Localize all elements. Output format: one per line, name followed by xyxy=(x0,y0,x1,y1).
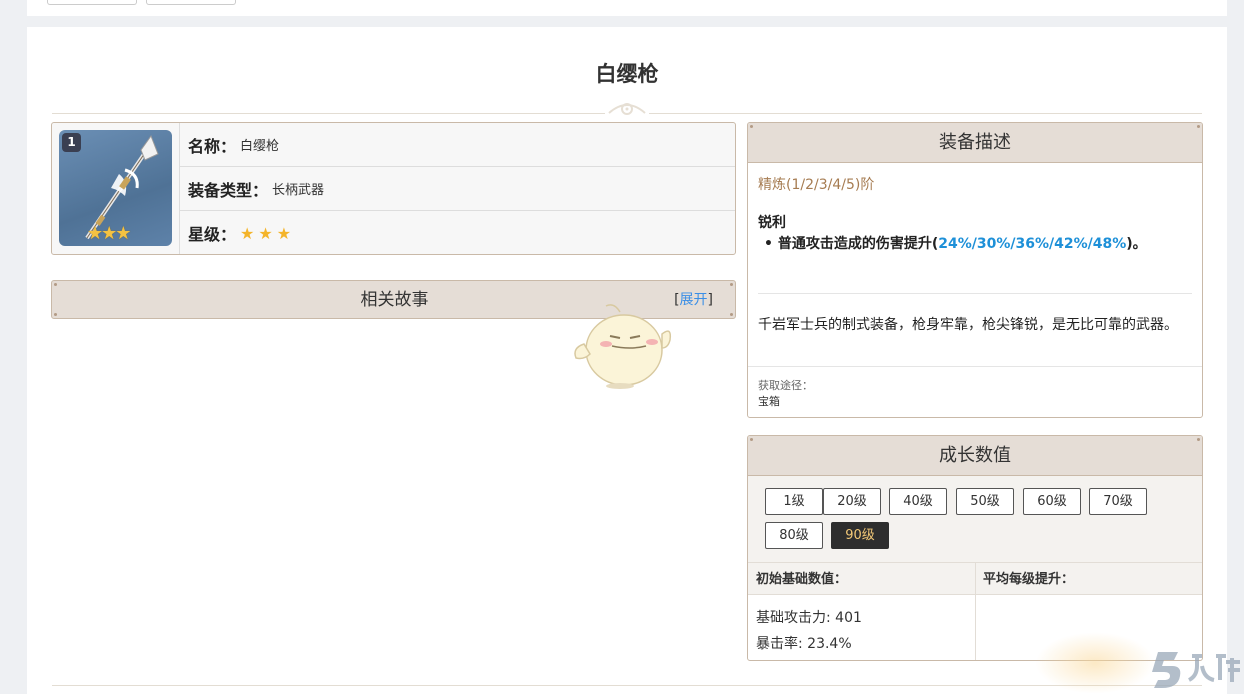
bottom-divider xyxy=(52,685,1202,686)
title-ornament-icon xyxy=(605,99,649,119)
expand-link[interactable]: 展开 xyxy=(680,292,708,308)
top-tab-button[interactable] xyxy=(47,0,137,5)
name-value: 白缨枪 xyxy=(240,139,280,154)
page-title: 白缨枪 xyxy=(595,62,659,86)
jiuyou-logo-icon xyxy=(1152,652,1240,688)
base-atk-value: 基础攻击力: 401 xyxy=(756,610,862,626)
level-button-50[interactable]: 50级 xyxy=(956,488,1014,515)
type-value: 长柄武器 xyxy=(272,183,325,198)
weapon-info-box: 1 ★★★ 名称： 白缨枪 装备类型： 长柄武器 星级： ★ ★ ★ xyxy=(51,122,736,255)
stat-table-divider xyxy=(975,562,976,660)
crit-rate-value: 暴击率: 23.4% xyxy=(756,636,852,652)
passive-effect-text: 普通攻击造成的伤害提升( xyxy=(777,236,939,252)
growth-header: 成长数值 xyxy=(748,436,1202,476)
per-level-header: 平均每级提升： xyxy=(983,572,1075,587)
refine-levels: 精炼(1/2/3/4/5)阶 xyxy=(758,177,875,193)
star-icon: ★ xyxy=(240,223,255,243)
type-label: 装备类型： xyxy=(188,180,269,200)
image-rarity-stars: ★★★ xyxy=(87,223,131,244)
bracket-close: ] xyxy=(707,292,713,308)
corner-dot xyxy=(1197,125,1200,128)
info-row-type: 装备类型： 长柄武器 xyxy=(180,167,735,211)
level-button-70[interactable]: 70级 xyxy=(1089,488,1147,515)
paimon-sticker-icon xyxy=(574,304,672,389)
passive-effect: • 普通攻击造成的伤害提升(24%/30%/36%/42%/48%)。 xyxy=(764,233,1147,253)
passive-effect-values: 24%/30%/36%/42%/48% xyxy=(938,236,1127,252)
name-label: 名称： xyxy=(188,136,237,156)
source-label: 获取途径： xyxy=(758,379,813,392)
level-button-40[interactable]: 40级 xyxy=(889,488,947,515)
top-toolbar-strip xyxy=(27,0,1227,16)
top-tab-button[interactable] xyxy=(146,0,236,5)
base-values-header: 初始基础数值： xyxy=(756,572,848,587)
bullet: • xyxy=(764,236,773,252)
corner-dot xyxy=(1197,438,1200,441)
refine-badge: 1 xyxy=(62,133,81,152)
info-row-name: 名称： 白缨枪 xyxy=(180,123,735,167)
level-button-80[interactable]: 80级 xyxy=(765,522,823,549)
level-button-20[interactable]: 20级 xyxy=(823,488,881,515)
info-row-rarity: 星级： ★ ★ ★ xyxy=(180,211,735,254)
description-header: 装备描述 xyxy=(748,123,1202,163)
growth-values-box: 成长数值 1级 20级 40级 50级 60级 70级 80级 90级 初始基础… xyxy=(747,435,1203,661)
lore-text: 千岩军士兵的制式装备，枪身牢靠，枪尖锋锐，是无比可靠的武器。 xyxy=(758,317,1178,333)
description-divider xyxy=(758,293,1192,294)
equipment-description-box: 装备描述 精炼(1/2/3/4/5)阶 锐利 • 普通攻击造成的伤害提升(24%… xyxy=(747,122,1203,418)
corner-dot xyxy=(750,438,753,441)
level-button-1[interactable]: 1级 xyxy=(765,488,823,515)
level-selector: 1级 20级 40级 50级 60级 70级 80级 90级 xyxy=(748,476,1202,562)
star-icon: ★ xyxy=(258,223,273,243)
corner-dot xyxy=(750,125,753,128)
star-icon: ★ xyxy=(276,223,292,243)
watermark-glow xyxy=(1035,632,1155,694)
weapon-image: 1 ★★★ xyxy=(59,130,172,246)
source-value: 宝箱 xyxy=(758,395,780,408)
passive-effect-end: )。 xyxy=(1126,236,1147,252)
level-button-60[interactable]: 60级 xyxy=(1023,488,1081,515)
passive-name: 锐利 xyxy=(758,215,786,231)
source-divider xyxy=(748,366,1202,367)
rarity-label: 星级： xyxy=(188,225,237,244)
level-button-90[interactable]: 90级 xyxy=(831,522,889,549)
story-expand-toggle[interactable]: [展开] xyxy=(674,281,713,320)
